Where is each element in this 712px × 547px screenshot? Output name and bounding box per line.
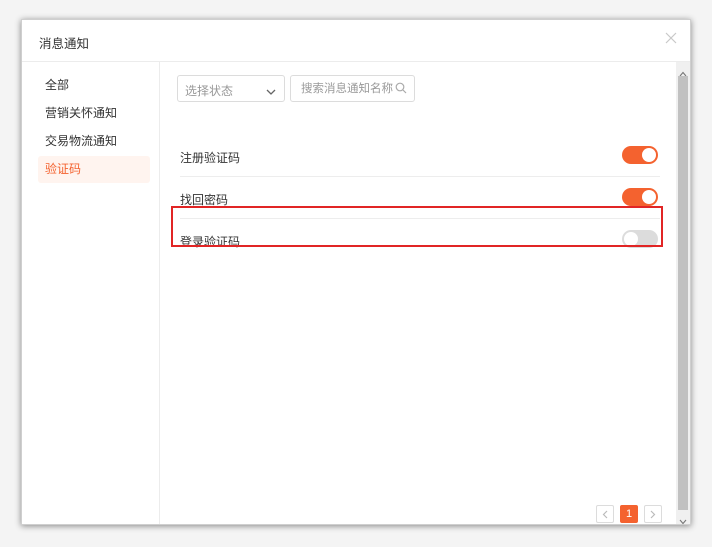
- toggle-knob: [642, 148, 656, 162]
- scroll-down-icon[interactable]: [679, 514, 687, 525]
- sidebar-item-all[interactable]: 全部: [38, 72, 150, 99]
- notification-toggle[interactable]: [622, 188, 658, 206]
- toggle-knob: [624, 232, 638, 246]
- prev-page-button[interactable]: [596, 505, 614, 523]
- status-select-value: 选择状态: [185, 84, 234, 98]
- toggle-knob: [642, 190, 656, 204]
- notification-row: 注册验证码: [180, 135, 660, 177]
- notification-label: 找回密码: [180, 193, 229, 207]
- scrollbar-thumb[interactable]: [678, 76, 688, 510]
- notification-label: 注册验证码: [180, 151, 241, 165]
- scrollbar[interactable]: [676, 62, 690, 525]
- message-notification-dialog: 消息通知 全部 营销关怀通知 交易物流通知 验证码 选择状态 搜索消息通知名称 …: [21, 19, 691, 525]
- search-icon[interactable]: [395, 82, 407, 94]
- sidebar-item-label: 全部: [45, 78, 70, 92]
- sidebar-item-marketing[interactable]: 营销关怀通知: [38, 100, 150, 127]
- notification-row: 找回密码: [180, 177, 660, 219]
- close-icon[interactable]: [664, 31, 678, 45]
- status-select[interactable]: 选择状态: [177, 75, 285, 102]
- search-box: [290, 75, 415, 102]
- sidebar-item-label: 营销关怀通知: [45, 106, 118, 120]
- search-input[interactable]: [291, 76, 395, 101]
- scroll-up-icon[interactable]: [679, 66, 687, 77]
- sidebar-item-logistics[interactable]: 交易物流通知: [38, 128, 150, 155]
- dialog-header: 消息通知: [22, 20, 690, 62]
- sidebar: 全部 营销关怀通知 交易物流通知 验证码: [22, 62, 160, 524]
- sidebar-item-label: 验证码: [45, 162, 82, 176]
- main-content: 选择状态 注册验证码 找回密码 登录验证码: [160, 62, 676, 524]
- notification-label: 登录验证码: [180, 235, 241, 249]
- page-button-current[interactable]: 1: [620, 505, 638, 523]
- sidebar-item-verification[interactable]: 验证码: [38, 156, 150, 183]
- dialog-title: 消息通知: [39, 37, 90, 51]
- next-page-button[interactable]: [644, 505, 662, 523]
- sidebar-item-label: 交易物流通知: [45, 134, 118, 148]
- chevron-down-icon: [266, 85, 276, 95]
- notification-toggle[interactable]: [622, 146, 658, 164]
- notification-row: 登录验证码: [180, 219, 660, 261]
- notification-toggle[interactable]: [622, 230, 658, 248]
